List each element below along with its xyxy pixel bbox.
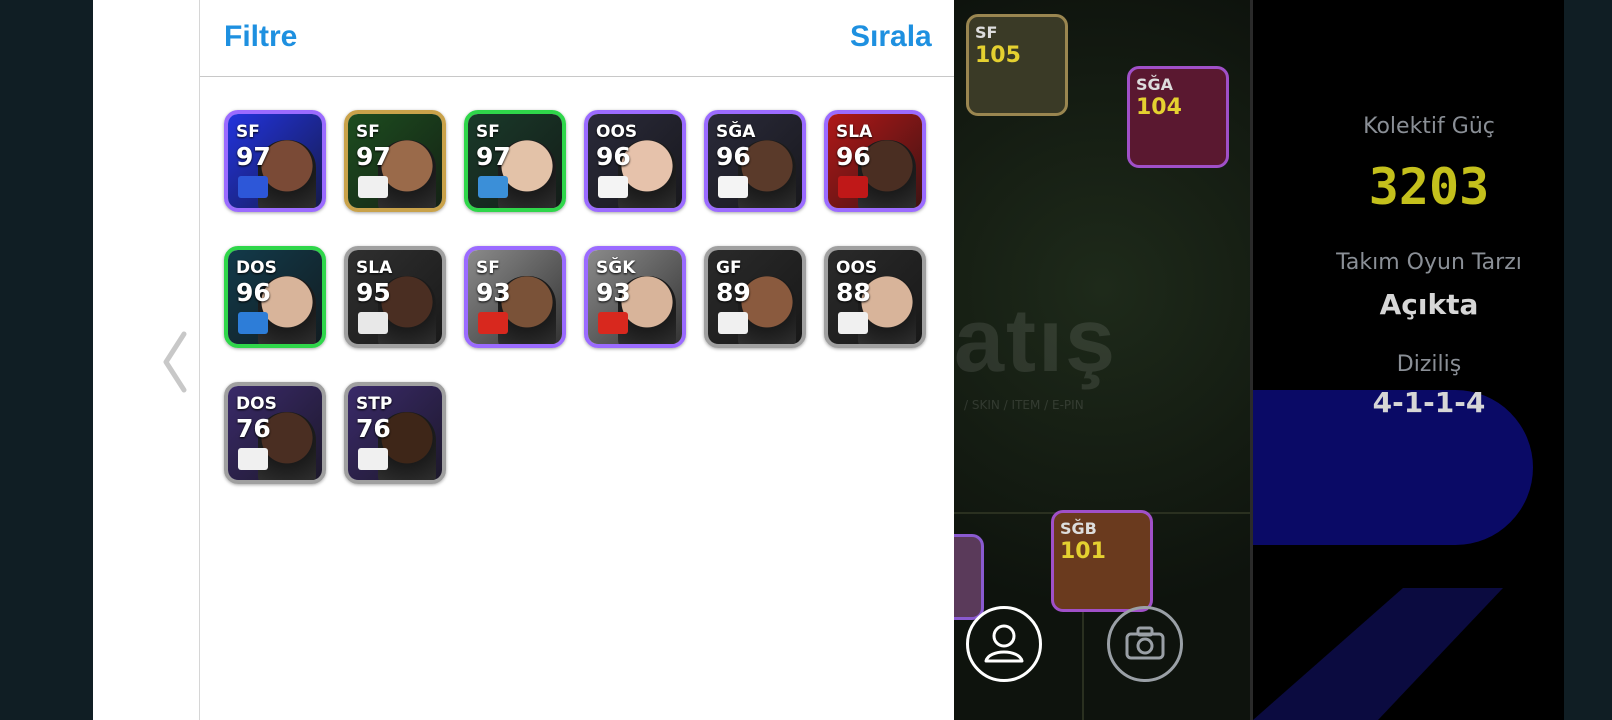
player-rating: 96 (596, 142, 631, 171)
player-card[interactable]: OOS 96 (584, 110, 686, 212)
player-rating: 76 (356, 414, 391, 443)
club-badge-icon (718, 176, 748, 198)
player-position: GF (716, 258, 742, 278)
field-player-position: SĞB (1060, 519, 1097, 538)
pitch-line (1250, 0, 1253, 720)
club-badge-icon (838, 176, 868, 198)
player-position: SF (236, 122, 260, 142)
player-rating: 97 (236, 142, 271, 171)
player-rating: 96 (836, 142, 871, 171)
formation-label: Diziliş (1396, 352, 1462, 377)
camera-icon (1125, 626, 1165, 660)
formation-value: 4-1-1-4 (1372, 386, 1486, 419)
player-rating: 89 (716, 278, 751, 307)
team-power-value: 3203 (1368, 158, 1490, 216)
player-rating: 96 (236, 278, 271, 307)
player-card[interactable]: SĞK 93 (584, 246, 686, 348)
player-card[interactable]: SF 93 (464, 246, 566, 348)
field-player-rating: 104 (1136, 95, 1182, 120)
club-badge-icon (358, 448, 388, 470)
field-player-card-partial[interactable] (954, 534, 984, 620)
player-rating: 97 (356, 142, 391, 171)
player-position: SĞA (716, 122, 756, 142)
player-card[interactable]: SF 97 (224, 110, 326, 212)
player-rating: 95 (356, 278, 391, 307)
player-card[interactable]: SLA 95 (344, 246, 446, 348)
header-divider (200, 76, 954, 77)
play-style-label: Takım Oyun Tarzı (1336, 250, 1522, 275)
watermark-subtext: / SKIN / ITEM / E-PIN (964, 398, 1084, 412)
player-position: SF (476, 122, 500, 142)
team-power-label: Kolektif Güç (1363, 114, 1495, 139)
player-card[interactable]: SĞA 96 (704, 110, 806, 212)
field-player-rating: 105 (975, 43, 1021, 68)
club-badge-icon (358, 312, 388, 334)
player-rating: 97 (476, 142, 511, 171)
player-position: SF (356, 122, 380, 142)
filter-button[interactable]: Filtre (224, 20, 297, 54)
player-card[interactable]: OOS 88 (824, 246, 926, 348)
squad-view: atış / SKIN / ITEM / E-PIN Kolektif Güç … (954, 0, 1612, 720)
player-rating: 96 (716, 142, 751, 171)
player-position: SLA (356, 258, 393, 278)
player-card[interactable]: GF 89 (704, 246, 806, 348)
player-card[interactable]: STP 76 (344, 382, 446, 484)
player-card[interactable]: SF 97 (344, 110, 446, 212)
club-badge-icon (598, 176, 628, 198)
chevron-left-icon[interactable] (158, 330, 192, 394)
club-badge-icon (478, 176, 508, 198)
club-badge-icon (718, 312, 748, 334)
player-position: DOS (236, 394, 277, 414)
club-badge-icon (238, 448, 268, 470)
player-position: DOS (236, 258, 277, 278)
panel-divider (199, 0, 200, 720)
player-card[interactable]: SF 97 (464, 110, 566, 212)
field-player-card[interactable]: SF 105 (966, 14, 1068, 116)
player-rating: 76 (236, 414, 271, 443)
player-rating: 93 (476, 278, 511, 307)
left-background-strip (0, 0, 93, 720)
player-rating: 93 (596, 278, 631, 307)
club-badge-icon (358, 176, 388, 198)
profile-button[interactable] (966, 606, 1042, 682)
field-player-position: SĞA (1136, 75, 1174, 94)
player-card[interactable]: DOS 76 (224, 382, 326, 484)
player-position: SLA (836, 122, 873, 142)
player-card[interactable]: DOS 96 (224, 246, 326, 348)
club-badge-icon (838, 312, 868, 334)
sort-button[interactable]: Sırala (850, 20, 932, 54)
player-position: STP (356, 394, 393, 414)
player-position: OOS (836, 258, 878, 278)
player-position: OOS (596, 122, 638, 142)
club-badge-icon (238, 176, 268, 198)
field-player-rating: 101 (1060, 539, 1106, 564)
club-badge-icon (598, 312, 628, 334)
club-badge-icon (478, 312, 508, 334)
field-player-card[interactable]: SĞB 101 (1051, 510, 1153, 612)
player-card[interactable]: SLA 96 (824, 110, 926, 212)
screenshot-button[interactable] (1107, 606, 1183, 682)
user-icon (984, 624, 1024, 663)
player-position: SĞK (596, 258, 636, 278)
club-badge-icon (238, 312, 268, 334)
play-style-value: Açıkta (1379, 288, 1479, 321)
field-player-position: SF (975, 23, 998, 42)
player-rating: 88 (836, 278, 871, 307)
field-player-card[interactable]: SĞA 104 (1127, 66, 1229, 168)
watermark-logo: atış (954, 291, 1118, 391)
player-selection-panel (93, 0, 954, 720)
player-position: SF (476, 258, 500, 278)
